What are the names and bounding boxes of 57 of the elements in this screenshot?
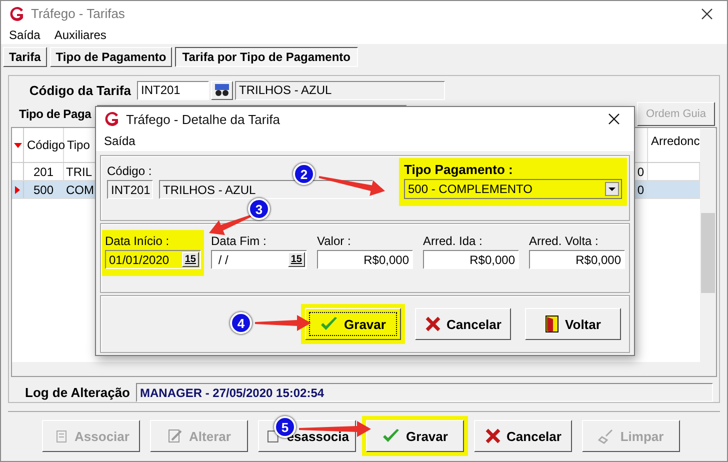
dialog-button[interactable]: Gravar	[305, 308, 401, 340]
date-field[interactable]: 01/01/2020 15	[105, 250, 201, 269]
logo-icon	[104, 111, 120, 127]
logo-icon	[9, 6, 25, 22]
code-field: INT201	[107, 180, 153, 199]
amount-field[interactable]: R$0,000	[423, 250, 519, 269]
checkmark-icon	[320, 316, 338, 332]
window-title: Tráfego - Tarifas	[31, 6, 126, 21]
action-button[interactable]: Cancelar	[474, 420, 572, 452]
menu-item[interactable]: Saída	[104, 134, 136, 148]
door-icon	[545, 315, 560, 333]
dialog-title: Tráfego - Detalhe da Tarifa	[126, 112, 281, 126]
dialog-button[interactable]: Voltar	[525, 308, 621, 340]
menu-item[interactable]: Saída	[9, 28, 40, 42]
table-cell: 500	[24, 181, 64, 198]
log-field: MANAGER - 27/05/2020 15:02:54	[136, 383, 713, 402]
dropdown-icon	[605, 182, 619, 196]
field-label: Arred. Ida :	[423, 234, 482, 248]
field-label: Código da Tarifa	[28, 82, 132, 98]
sort-icon	[14, 142, 22, 148]
calendar-button[interactable]: 15	[182, 252, 199, 267]
arrow	[318, 176, 385, 196]
field-label: Log de Alteração	[24, 385, 131, 400]
tab[interactable]: Tipo de Pagamento	[50, 47, 172, 67]
row-pointer-icon	[15, 186, 20, 194]
field-label: Tipo de Paga	[18, 107, 92, 121]
field-label: Data Início :	[105, 234, 170, 248]
cross-icon	[484, 428, 501, 444]
payment-combo[interactable]: 500 - COMPLEMENTO	[404, 179, 622, 199]
close-icon[interactable]	[608, 113, 620, 125]
column-header: Código	[24, 128, 64, 162]
field-label: Valor :	[317, 234, 351, 248]
table-cell: 201	[24, 163, 64, 180]
code-field[interactable]: INT201	[137, 80, 209, 100]
field-label: Tipo Pagamento :	[404, 162, 513, 177]
tab[interactable]: Tarifa por Tipo de Pagamento	[175, 47, 358, 67]
field-label: Arred. Volta :	[529, 234, 598, 248]
amount-field[interactable]: R$0,000	[529, 250, 625, 269]
checkmark-icon	[382, 428, 400, 444]
amount-field[interactable]: R$0,000	[317, 250, 413, 269]
cross-icon	[424, 316, 441, 332]
description-field: TRILHOS - AZUL	[235, 80, 445, 100]
vertical-scrollbar[interactable]	[700, 129, 716, 362]
menu-item[interactable]: Auxiliares	[54, 28, 106, 42]
tab[interactable]: Tarifa	[3, 47, 47, 67]
arrow	[209, 214, 254, 236]
dialog-button[interactable]: Cancelar	[415, 308, 511, 340]
arrow	[255, 315, 311, 331]
field-label: Data Fim :	[211, 234, 266, 248]
horizontal-scrollbar[interactable]	[12, 362, 716, 376]
description-field: TRILHOS - AZUL	[159, 180, 373, 199]
search-button[interactable]	[211, 80, 233, 100]
action-button[interactable]: Gravar	[366, 420, 464, 452]
calendar-button[interactable]: 15	[288, 252, 305, 267]
date-field[interactable]: / / 15	[211, 250, 307, 269]
close-icon[interactable]	[701, 8, 713, 20]
field-label: Código :	[107, 164, 152, 178]
